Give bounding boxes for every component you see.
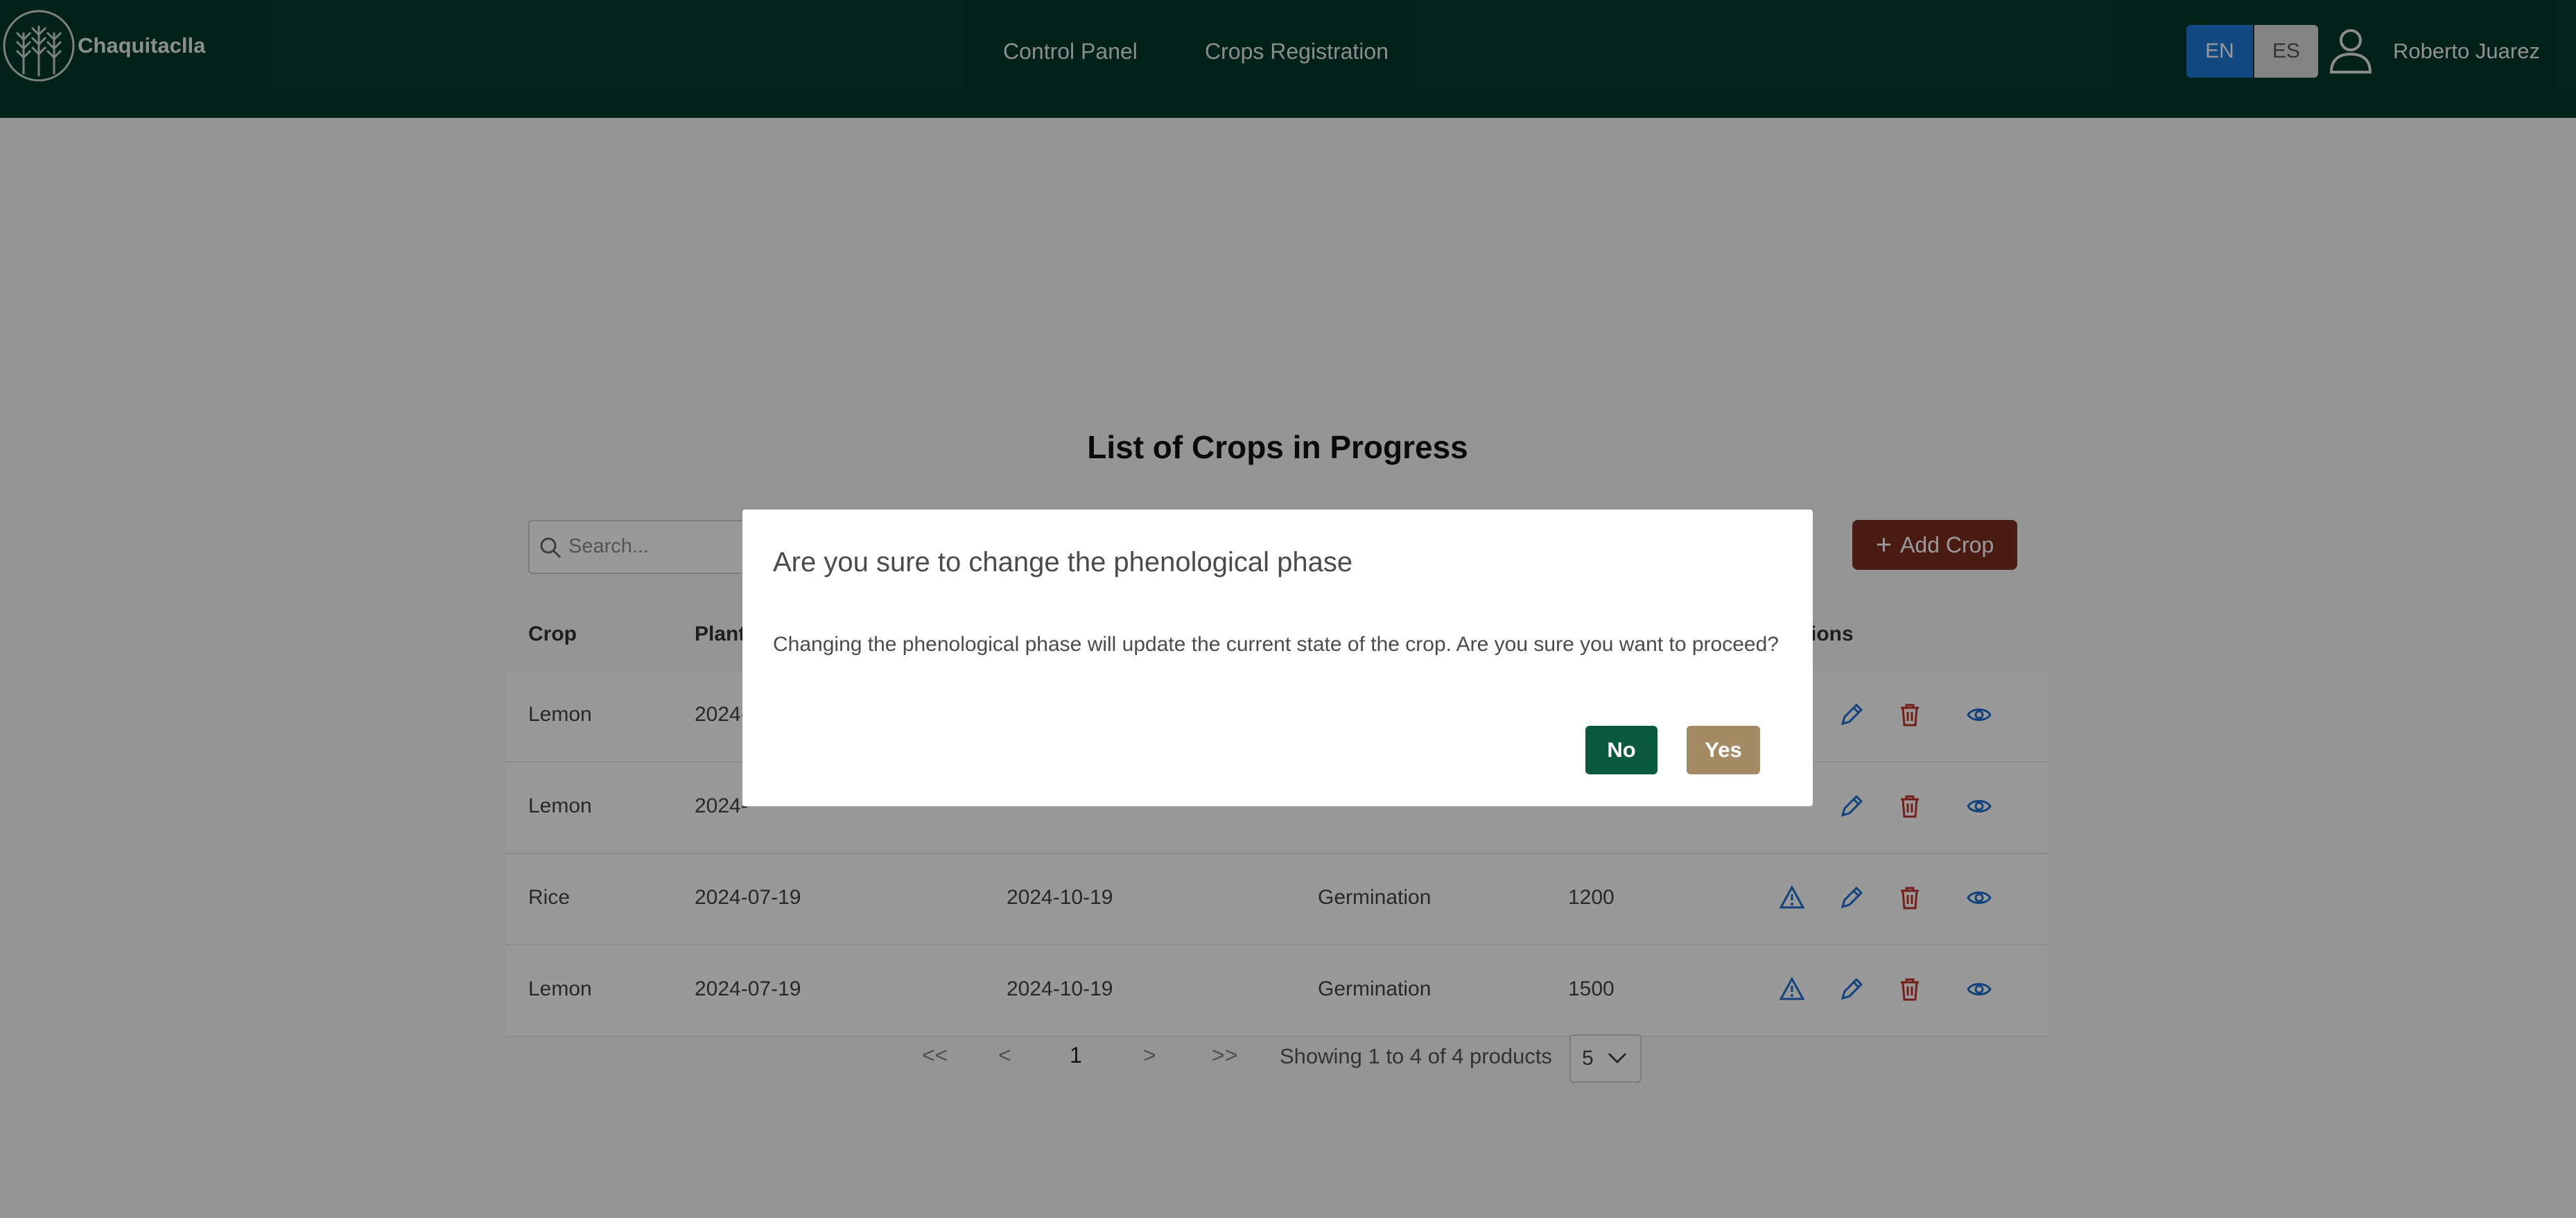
dialog-message: Changing the phenological phase will upd… bbox=[773, 633, 1779, 656]
no-button[interactable]: No bbox=[1585, 726, 1657, 774]
confirm-dialog: Are you sure to change the phenological … bbox=[742, 510, 1813, 806]
yes-button[interactable]: Yes bbox=[1687, 726, 1760, 774]
dialog-title: Are you sure to change the phenological … bbox=[773, 547, 1353, 577]
